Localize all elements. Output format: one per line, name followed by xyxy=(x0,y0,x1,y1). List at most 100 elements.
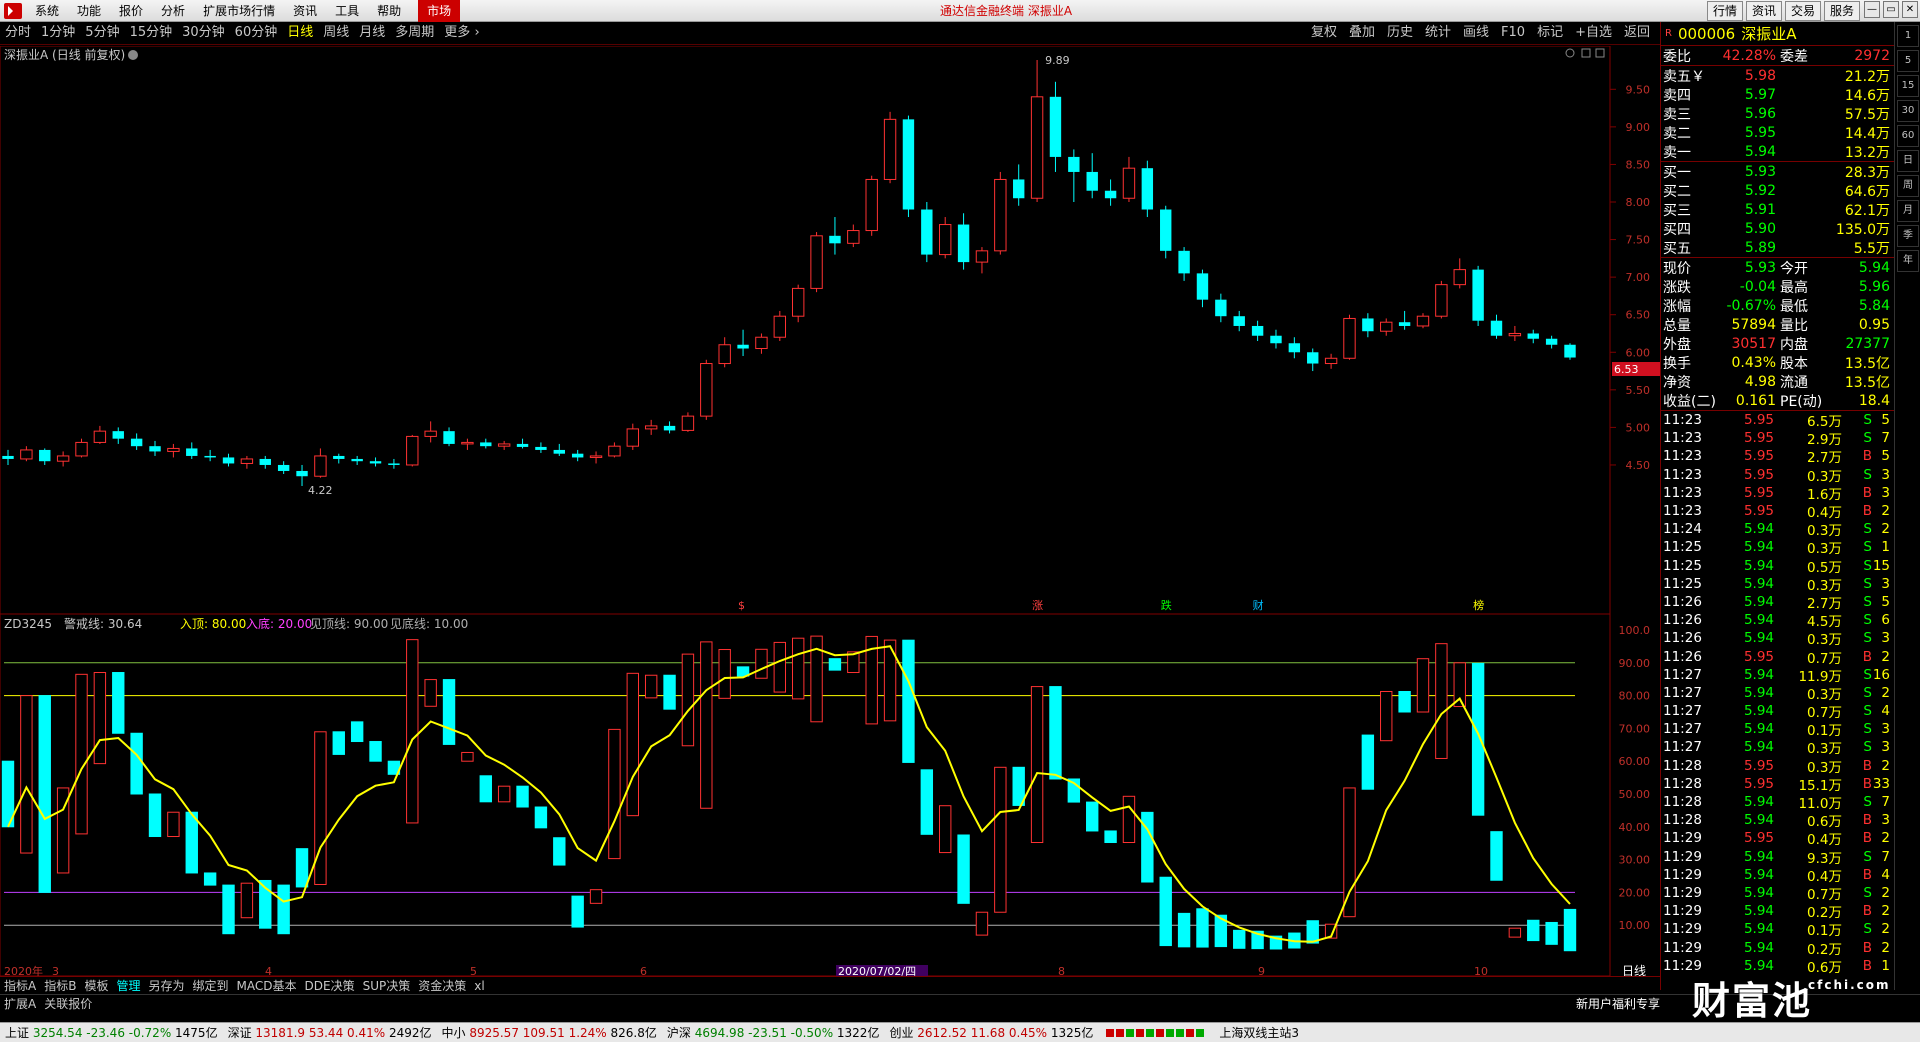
index-quote[interactable]: 创业 2612.52 11.68 0.45% 1325亿 xyxy=(884,1024,1098,1041)
stat-label: 净资 xyxy=(1663,374,1691,391)
index-price: 2612.52 xyxy=(917,1026,971,1040)
indicator-bar xyxy=(185,811,198,874)
period-1min[interactable]: 1分钟 xyxy=(36,22,80,44)
minimize-icon[interactable]: — xyxy=(1864,1,1880,18)
tool-back[interactable]: 返回 xyxy=(1618,22,1656,44)
sidebar-period-button[interactable]: 5 xyxy=(1897,50,1919,72)
indicator-bar xyxy=(1104,830,1117,844)
gear-icon[interactable] xyxy=(1565,48,1575,58)
promo-link[interactable]: 新用户福利专享 xyxy=(1572,995,1664,1012)
period-multi[interactable]: 多周期 xyxy=(390,22,439,44)
indicator-tab[interactable]: SUP决策 xyxy=(359,977,415,994)
tick-price: 5.94 xyxy=(1743,848,1774,865)
menu-system[interactable]: 系统 xyxy=(26,0,68,22)
period-30min[interactable]: 30分钟 xyxy=(177,22,230,44)
indicator-tab[interactable]: 管理 xyxy=(112,977,144,994)
maximize-icon[interactable]: ▭ xyxy=(1883,1,1899,18)
candle-body-up xyxy=(93,430,107,443)
menu-news[interactable]: 资讯 xyxy=(284,0,326,22)
sidebar-period-button[interactable]: 月 xyxy=(1897,200,1919,222)
stat-label: 最低 xyxy=(1780,298,1808,315)
indicator-tab[interactable]: 资金决策 xyxy=(414,977,470,994)
event-marker[interactable]: 财 xyxy=(1253,598,1264,612)
sidebar-period-button[interactable]: 15 xyxy=(1897,75,1919,97)
kline-chart[interactable]: 深振业A (日线 前复权) 9.50 9.00 8.50 8.00 7.50 7.00 6.… xyxy=(0,45,1660,978)
chart-settings-icon[interactable] xyxy=(128,50,138,60)
menu-function[interactable]: 功能 xyxy=(68,0,110,22)
indicator-tab[interactable]: 指标A xyxy=(0,977,40,994)
period-intraday[interactable]: 分时 xyxy=(0,22,36,44)
service-button[interactable]: 服务 xyxy=(1823,1,1860,21)
candle-body-up xyxy=(644,425,658,430)
period-daily[interactable]: 日线 xyxy=(282,22,318,44)
tool-mark[interactable]: 标记 xyxy=(1531,22,1569,44)
period-monthly[interactable]: 月线 xyxy=(354,22,390,44)
indicator-bar xyxy=(1177,912,1191,948)
tool-adjust[interactable]: 复权 xyxy=(1305,22,1343,44)
tool-stats[interactable]: 统计 xyxy=(1419,22,1457,44)
period-5min[interactable]: 5分钟 xyxy=(80,22,124,44)
quote-button[interactable]: 行情 xyxy=(1706,1,1743,21)
indicator-tab[interactable]: xl xyxy=(470,979,488,993)
index-quote[interactable]: 中小 8925.57 109.51 1.24% 826.8亿 xyxy=(437,1024,662,1041)
candle-body-up xyxy=(608,445,621,457)
chart-area[interactable]: 深振业A (日线 前复权) 9.50 9.00 8.50 8.00 7.50 7.00 6.… xyxy=(0,45,1660,978)
menu-tools[interactable]: 工具 xyxy=(326,0,368,22)
sidebar-period-button[interactable]: 60 xyxy=(1897,125,1919,147)
event-marker[interactable]: 榜 xyxy=(1473,598,1484,612)
tick-time: 11:29 xyxy=(1663,884,1702,901)
sidebar-period-button[interactable]: 日 xyxy=(1897,150,1919,172)
tick-time: 11:29 xyxy=(1663,866,1702,883)
candle-body-up xyxy=(424,430,437,437)
tab-related-quote[interactable]: 关联报价 xyxy=(40,995,96,1012)
tick-list[interactable]: 11:23 5.95 6.5万 S 5 11:23 5.95 2.9万 S 7 11:23 5.95 2… xyxy=(1661,411,1894,976)
tick-volume: 0.5万 xyxy=(1807,559,1842,576)
index-quote[interactable]: 沪深 4694.98 -23.51 -0.50% 1322亿 xyxy=(662,1024,885,1041)
sidebar-period-button[interactable]: 1 xyxy=(1897,25,1919,47)
sidebar-period-button[interactable]: 年 xyxy=(1897,250,1919,272)
tick-time: 11:23 xyxy=(1663,412,1702,429)
right-sidebar: 1 5 15 30 60 日周月季年 xyxy=(1894,22,1920,990)
event-marker[interactable]: 涨 xyxy=(1032,599,1043,612)
tool-add-watchlist[interactable]: +自选 xyxy=(1569,22,1618,44)
menu-market[interactable]: 市场 xyxy=(418,0,461,22)
indicator-tab[interactable]: 指标B xyxy=(40,977,80,994)
indicator-tab[interactable]: MACD基本 xyxy=(233,977,301,994)
index-pct: -0.50% xyxy=(790,1026,837,1040)
index-quote[interactable]: 深证 13181.9 53.44 0.41% 2492亿 xyxy=(223,1024,437,1041)
news-button[interactable]: 资讯 xyxy=(1745,1,1782,21)
event-marker[interactable]: 跌 xyxy=(1161,598,1172,612)
menu-extended-market[interactable]: 扩展市场行情 xyxy=(194,0,284,22)
tool-draw[interactable]: 画线 xyxy=(1457,22,1495,44)
index-quote[interactable]: 上证 3254.54 -23.46 -0.72% 1475亿 xyxy=(0,1024,223,1041)
menu-help[interactable]: 帮助 xyxy=(368,0,410,22)
sidebar-period-button[interactable]: 30 xyxy=(1897,100,1919,122)
tool-overlay[interactable]: 叠加 xyxy=(1343,22,1381,44)
weicha-label: 委差 xyxy=(1780,48,1808,65)
tick-time: 11:29 xyxy=(1663,921,1702,938)
indicator-tab[interactable]: 绑定到 xyxy=(189,977,233,994)
period-weekly[interactable]: 周线 xyxy=(318,22,354,44)
quote-label: 买五 xyxy=(1663,240,1691,257)
period-60min[interactable]: 60分钟 xyxy=(230,22,283,44)
tick-volume: 15.1万 xyxy=(1798,777,1842,794)
tab-ext-a[interactable]: 扩展A xyxy=(0,995,40,1012)
sidebar-period-button[interactable]: 周 xyxy=(1897,175,1919,197)
indicator-tab[interactable]: DDE决策 xyxy=(301,977,359,994)
restore-icon[interactable] xyxy=(1581,48,1591,58)
indicator-bar xyxy=(516,785,529,808)
maximize-pane-icon[interactable] xyxy=(1595,48,1605,58)
period-more[interactable]: 更多 › xyxy=(439,22,484,44)
sidebar-period-button[interactable]: 季 xyxy=(1897,225,1919,247)
menu-quote[interactable]: 报价 xyxy=(110,0,152,22)
close-icon[interactable]: ✕ xyxy=(1902,1,1918,18)
tool-f10[interactable]: F10 xyxy=(1495,22,1531,44)
indicator-tab[interactable]: 另存为 xyxy=(144,977,188,994)
period-15min[interactable]: 15分钟 xyxy=(125,22,178,44)
menu-analysis[interactable]: 分析 xyxy=(152,0,194,22)
tool-history[interactable]: 历史 xyxy=(1381,22,1419,44)
trade-button[interactable]: 交易 xyxy=(1784,1,1821,21)
indicator-tab[interactable]: 模板 xyxy=(80,977,112,994)
bid-row: 买二 5.92 64.6万 xyxy=(1661,181,1894,200)
event-marker[interactable]: $ xyxy=(738,599,745,612)
